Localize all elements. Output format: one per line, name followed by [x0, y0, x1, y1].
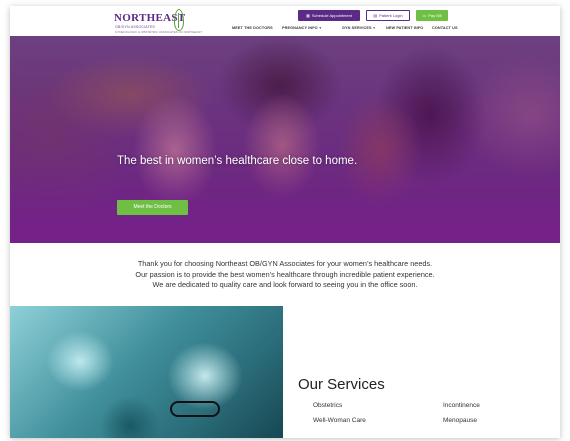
service-link-menopause[interactable]: Menopause [443, 417, 477, 424]
hero-overlay [10, 36, 560, 243]
site-header: NORTHEAST OB/GYN ASSOCIATES GYNECOLOGIC … [10, 6, 560, 36]
nav-pregnancy-info[interactable]: PREGNANCY INFO▼ [282, 26, 322, 30]
nav-contact-us[interactable]: CONTACT US [432, 26, 458, 30]
site-logo[interactable]: NORTHEAST OB/GYN ASSOCIATES GYNECOLOGIC … [114, 8, 202, 34]
nav-label: PREGNANCY INFO [282, 26, 318, 30]
logo-tagline: GYNECOLOGIC & OBSTETRIC ASSOCIATES OF NO… [115, 30, 203, 34]
leaf-icon [174, 9, 184, 31]
service-link-obstetrics[interactable]: Obstetrics [313, 402, 342, 409]
calendar-icon: ▦ [306, 13, 310, 18]
service-link-well-woman-care[interactable]: Well-Woman Care [313, 417, 366, 424]
schedule-appointment-label: Schedule Appointment [311, 13, 352, 18]
intro-line: We are dedicated to quality care and loo… [152, 280, 418, 289]
chevron-down-icon: ▼ [318, 26, 322, 30]
nav-label: MEET THE DOCTORS [232, 26, 273, 30]
credit-card-icon: ▭ [422, 13, 427, 18]
logo-subtitle: OB/GYN ASSOCIATES [115, 25, 155, 29]
intro-line: Thank you for choosing Northeast OB/GYN … [137, 259, 433, 268]
nav-meet-the-doctors[interactable]: MEET THE DOCTORS [232, 26, 273, 30]
pay-bill-label: Pay Bill [428, 13, 442, 18]
meet-the-doctors-button[interactable]: Meet the Doctors [117, 200, 188, 215]
services-heading: Our Services [298, 376, 385, 393]
intro-line: Our passion is to provide the best women… [135, 269, 435, 279]
service-link-incontinence[interactable]: Incontinence [443, 402, 480, 409]
nav-label: NEW PATIENT INFO [386, 26, 424, 30]
hero-title: The best in women’s healthcare close to … [117, 155, 358, 167]
browser-window: NORTHEAST OB/GYN ASSOCIATES GYNECOLOGIC … [10, 6, 560, 438]
glasses-shape [170, 401, 220, 417]
patient-login-button[interactable]: ▤ Patient Login [366, 10, 410, 21]
nav-label: CONTACT US [432, 26, 458, 30]
document-icon: ▤ [373, 13, 378, 18]
intro-text: Thank you for choosing Northeast OB/GYN … [10, 259, 560, 291]
chevron-down-icon: ▼ [372, 26, 376, 30]
patient-login-label: Patient Login [379, 13, 403, 18]
schedule-appointment-button[interactable]: ▦ Schedule Appointment [298, 10, 360, 21]
nav-new-patient-info[interactable]: NEW PATIENT INFO [386, 26, 423, 30]
surgeons-photo [10, 306, 283, 438]
nav-gyn-services[interactable]: GYN SERVICES▼ [342, 26, 376, 30]
nav-label: GYN SERVICES [342, 26, 372, 30]
hero-banner: The best in women’s healthcare close to … [10, 36, 560, 243]
pay-bill-button[interactable]: ▭ Pay Bill [416, 10, 448, 21]
